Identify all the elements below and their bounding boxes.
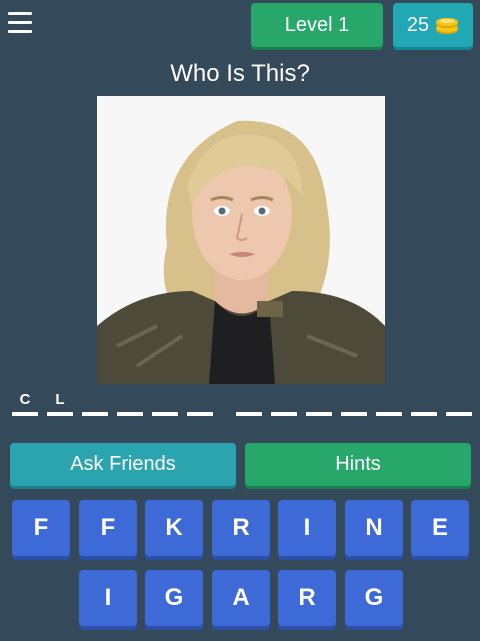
key-letter: N [365,514,383,541]
key-letter: F [100,514,116,541]
answer-slot[interactable] [411,392,437,416]
menu-icon[interactable] [8,12,32,34]
answer-slot[interactable] [341,392,367,416]
hints-label: Hints [335,453,381,475]
letter-key[interactable]: A [212,570,270,626]
question-title: Who Is This? [170,60,310,87]
answer-slot[interactable] [271,392,297,416]
coins-button[interactable]: 25 [393,3,473,47]
answer-slot[interactable] [82,392,108,416]
level-label: Level 1 [284,13,350,36]
letter-key[interactable]: N [345,500,403,556]
key-letter: R [232,514,250,541]
answer-slot[interactable] [187,392,213,416]
level-button[interactable]: Level 1 [251,3,383,47]
key-letter: I [104,584,112,611]
letter-key[interactable]: F [79,500,137,556]
letter-key[interactable]: G [345,570,403,626]
key-letter: G [164,584,184,611]
letter-key[interactable]: G [145,570,203,626]
key-letter: A [232,584,250,611]
answer-slot[interactable] [117,392,143,416]
coin-count: 25 [406,13,430,36]
key-letter: E [431,514,448,541]
key-letter: G [364,584,384,611]
letter-key[interactable]: I [79,570,137,626]
letter-key[interactable]: R [278,570,336,626]
key-letter: K [165,514,183,541]
key-letter: I [303,514,311,541]
answer-slot[interactable]: L [47,392,73,416]
hints-button[interactable]: Hints [245,443,471,486]
answer-slot[interactable] [446,392,472,416]
ask-friends-label: Ask Friends [70,453,176,475]
character-photo [97,96,385,384]
key-letter: R [298,584,316,611]
answer-slots: CL [0,392,480,416]
answer-slot[interactable] [306,392,332,416]
answer-slot[interactable] [152,392,178,416]
letter-key[interactable]: E [411,500,469,556]
letter-key[interactable]: R [212,500,270,556]
coins-icon [436,18,459,34]
answer-slot[interactable] [236,392,262,416]
answer-slot[interactable] [376,392,402,416]
letter-key[interactable]: F [12,500,70,556]
letter-key[interactable]: I [278,500,336,556]
letter-key[interactable]: K [145,500,203,556]
ask-friends-button[interactable]: Ask Friends [10,443,236,486]
key-letter: F [33,514,49,541]
answer-slot[interactable]: C [12,392,38,416]
